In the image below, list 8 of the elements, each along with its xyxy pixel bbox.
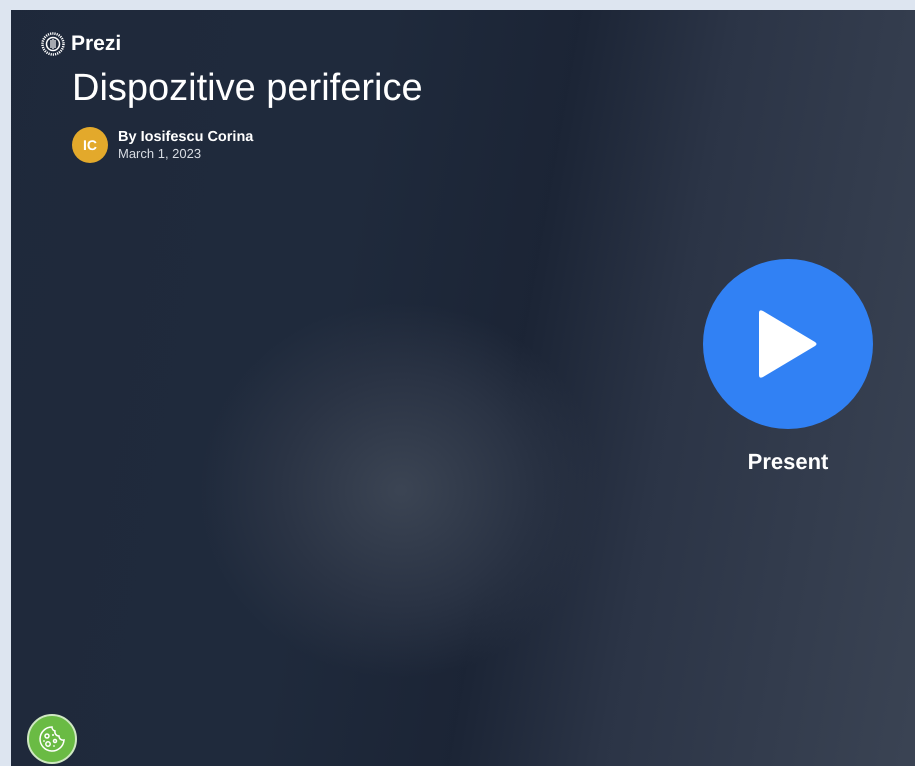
author-name: By Iosifescu Corina (118, 128, 254, 146)
author-avatar: IC (72, 127, 108, 164)
logo-icon (41, 32, 65, 56)
presentation-title: Dispozitive periferice (72, 66, 424, 110)
publish-date: March 1, 2023 (118, 146, 202, 162)
cookie-icon (37, 724, 67, 754)
brand-name: Prezi (71, 31, 122, 57)
cookie-settings-button[interactable] (27, 714, 77, 764)
